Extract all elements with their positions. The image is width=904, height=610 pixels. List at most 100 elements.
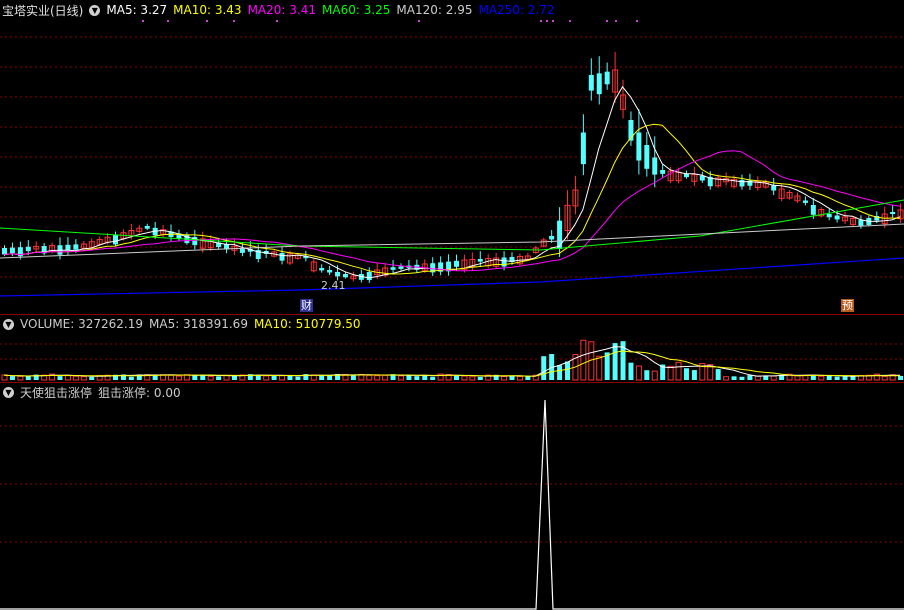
- volume-pane[interactable]: ▼ VOLUME: 327262.19 MA5: 318391.69 MA10: 5…: [0, 314, 904, 382]
- candle-down: [549, 236, 555, 240]
- candle-down: [588, 75, 594, 91]
- volume-bar-up: [175, 375, 182, 381]
- volume-bar-up: [223, 374, 230, 381]
- candle-down: [390, 267, 396, 270]
- signal-dot: [606, 20, 608, 22]
- candle-down: [580, 132, 586, 165]
- signal-dot: [546, 20, 548, 22]
- candle-down: [802, 200, 808, 203]
- volume-bar-up: [207, 375, 214, 381]
- volume-header: ▼ VOLUME: 327262.19 MA5: 318391.69 MA10: 5…: [0, 316, 367, 332]
- volume-bar-down: [477, 376, 483, 380]
- candle-down: [858, 220, 864, 226]
- ma-legend-item-3: MA60: 3.25: [322, 3, 391, 17]
- candle-down: [890, 212, 896, 215]
- candle-down: [596, 73, 602, 95]
- price-header: 宝塔实业(日线) ▼ MA5: 3.27 MA10: 3.43 MA20: 3.41…: [0, 2, 561, 18]
- volume-bar-down: [898, 375, 904, 380]
- volume-bar-up: [64, 375, 71, 381]
- volume-bar-down: [414, 376, 420, 380]
- marker-cai[interactable]: 财: [300, 299, 313, 312]
- volume-bar-up: [881, 375, 888, 381]
- volume-bar-down: [25, 376, 31, 380]
- volume-bar-up: [723, 376, 730, 381]
- volume-bar-down: [454, 375, 459, 380]
- low-price-label: 2.41: [321, 279, 346, 292]
- volume-bar-down: [271, 375, 277, 380]
- candle-down: [834, 215, 840, 220]
- volume-bar-up: [770, 375, 777, 381]
- chevron-down-icon[interactable]: ▼: [89, 4, 101, 16]
- volume-bar-up: [382, 374, 389, 381]
- volume-bar-down: [430, 376, 436, 380]
- volume-bar-down: [89, 376, 95, 380]
- volume-bar-up: [501, 376, 508, 381]
- signal-dot: [418, 20, 420, 22]
- volume-bar-down: [842, 376, 848, 380]
- volume-bar-up: [72, 375, 79, 381]
- ma-legend-item-5: MA250: 2.72: [478, 3, 555, 17]
- signal-dot: [206, 20, 208, 22]
- candle-down: [454, 260, 459, 267]
- candle-down: [335, 272, 341, 277]
- volume-bar-up: [397, 375, 404, 381]
- volume-bar-up: [651, 370, 658, 381]
- volume-bar-up: [366, 374, 373, 381]
- indicator-pane[interactable]: ▼ 天使狙击涨停 狙击涨停: 0.00: [0, 382, 904, 610]
- volume-bar-down: [192, 375, 198, 380]
- signal-dot: [233, 20, 235, 22]
- candle-down: [604, 71, 610, 85]
- indicator-header: ▼ 天使狙击涨停 狙击涨停: 0.00: [0, 384, 187, 400]
- volume-legend-item-1: MA5: 318391.69: [149, 317, 248, 331]
- volume-bar-up: [635, 365, 642, 381]
- volume-bar-down: [557, 365, 563, 380]
- candle-down: [477, 259, 483, 262]
- signal-dot: [636, 20, 638, 22]
- volume-bar-up: [516, 376, 523, 381]
- indicator-name: 天使狙击涨停: [20, 385, 93, 400]
- volume-bar-down: [747, 375, 753, 380]
- volume-bar-up: [675, 361, 682, 381]
- volume-bar-up: [279, 375, 286, 381]
- candle-down: [342, 274, 348, 278]
- candle-down: [771, 185, 777, 191]
- chevron-down-icon[interactable]: ▼: [3, 386, 14, 398]
- volume-bar-down: [525, 376, 531, 380]
- volume-bar-up: [1, 374, 8, 381]
- volume-legend-item-2: MA10: 510779.50: [253, 317, 361, 331]
- candle-down: [366, 272, 372, 281]
- candle-down: [398, 266, 404, 269]
- volume-bar-down: [691, 370, 697, 380]
- candlestick-chart[interactable]: [0, 0, 904, 314]
- candle-down: [557, 220, 563, 249]
- volume-bar-up: [580, 339, 587, 381]
- volume-bar-up: [80, 376, 87, 381]
- volume-bar-up: [667, 365, 674, 381]
- candle-down: [9, 247, 15, 254]
- volume-bar-down: [826, 375, 832, 380]
- volume-bar-up: [469, 376, 476, 381]
- ma-legend-item-1: MA10: 3.43: [173, 3, 242, 17]
- volume-bar-up: [794, 375, 801, 381]
- candle-down: [660, 170, 666, 174]
- signal-dot: [276, 20, 278, 22]
- volume-legend-item-0: VOLUME: 327262.19: [20, 317, 143, 331]
- candle-down: [644, 145, 650, 169]
- marker-yu[interactable]: 预: [841, 299, 854, 312]
- ma60-line: [0, 199, 904, 251]
- candle-down: [810, 205, 816, 215]
- candle-down: [65, 244, 71, 251]
- volume-bar-down: [295, 376, 301, 380]
- signal-dot: [167, 20, 169, 22]
- volume-bar-down: [509, 376, 515, 380]
- volume-bar-up: [596, 355, 603, 381]
- ma10-line: [3, 123, 901, 275]
- candle-down: [2, 248, 7, 255]
- volume-bar-down: [612, 343, 618, 380]
- chevron-down-icon[interactable]: ▼: [3, 318, 14, 330]
- volume-bar-down: [565, 361, 571, 380]
- price-chart-pane[interactable]: 宝塔实业(日线) ▼ MA5: 3.27 MA10: 3.43 MA20: 3.41…: [0, 0, 904, 314]
- indicator-chart[interactable]: [0, 382, 904, 610]
- candle-down: [319, 268, 325, 271]
- volume-bar-down: [683, 368, 689, 380]
